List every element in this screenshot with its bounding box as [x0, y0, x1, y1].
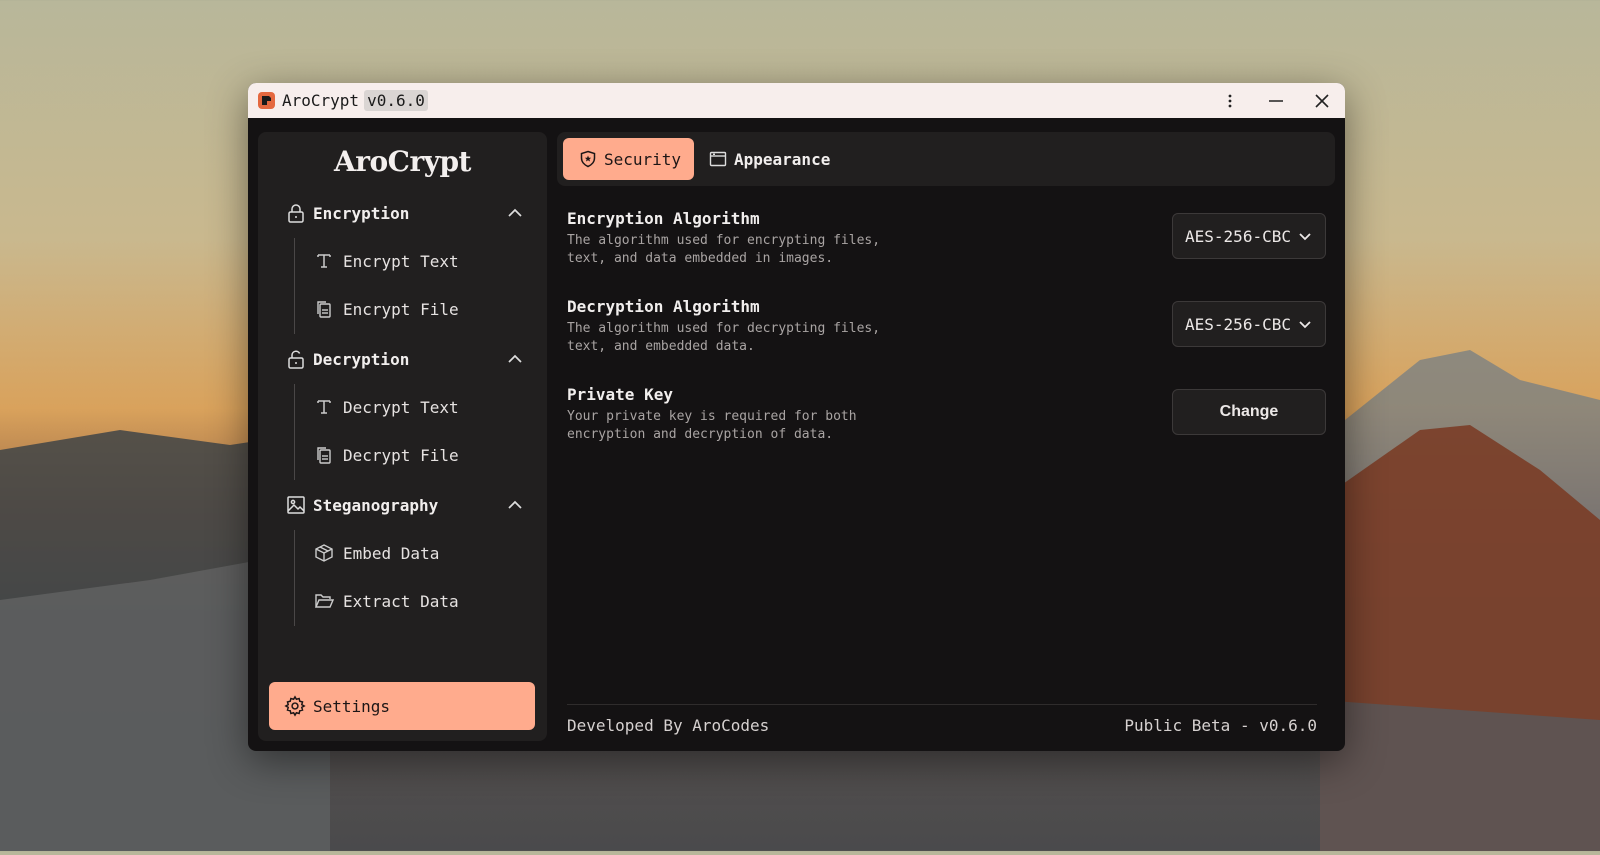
kebab-menu-icon	[1228, 94, 1232, 107]
tree-line	[294, 238, 295, 334]
sidebar-item-decrypt-text[interactable]: Decrypt Text	[313, 392, 459, 422]
button-label: Change	[1219, 403, 1279, 420]
sidebar-item-label: Decrypt Text	[343, 397, 459, 417]
setting-description: The algorithm used for encrypting files,…	[567, 233, 881, 266]
tree-line	[294, 384, 295, 480]
sidebar-item-decrypt-file[interactable]: Decrypt File	[313, 440, 459, 470]
decryption-algorithm-select[interactable]: AES-256-CBC	[1172, 301, 1326, 347]
sidebar-item-label: Embed Data	[343, 543, 440, 563]
chevron-up-icon	[508, 500, 522, 509]
text-icon	[313, 250, 335, 272]
settings-label: Settings	[313, 696, 391, 716]
unlock-icon	[285, 348, 307, 370]
window-icon	[708, 149, 728, 169]
tab-security[interactable]: Security	[563, 138, 694, 180]
sidebar-item-embed-data[interactable]: Embed Data	[313, 538, 439, 568]
box-icon	[313, 542, 335, 564]
sidebar-section-steganography[interactable]: Steganography	[285, 490, 525, 520]
tab-label: Security	[604, 149, 682, 169]
sidebar-section-label: Decryption	[313, 349, 410, 369]
footer-version: Public Beta - v0.6.0	[1124, 716, 1317, 735]
footer-developer: Developed By AroCodes	[567, 716, 770, 735]
more-options-button[interactable]	[1207, 83, 1253, 118]
setting-description: The algorithm used for decrypting files,…	[567, 321, 881, 354]
file-icon	[313, 298, 335, 320]
settings-tabs: Security Appearance	[557, 132, 1335, 186]
title-bar: AroCrypt v0.6.0	[248, 83, 1345, 118]
sidebar-item-encrypt-text[interactable]: Encrypt Text	[313, 246, 459, 276]
minimize-icon	[1269, 99, 1283, 102]
file-icon	[313, 444, 335, 466]
window-title: AroCrypt	[282, 91, 360, 110]
sidebar-section-label: Encryption	[313, 203, 410, 223]
sidebar-item-label: Decrypt File	[343, 445, 459, 465]
sidebar-item-label: Extract Data	[343, 591, 459, 611]
sidebar-section-decryption[interactable]: Decryption	[285, 344, 525, 374]
select-value: AES-256-CBC	[1185, 226, 1291, 246]
brand-title: AroCrypt	[334, 145, 471, 178]
version-badge: v0.6.0	[364, 90, 428, 111]
chevron-down-icon	[1299, 321, 1311, 329]
sidebar-item-encrypt-file[interactable]: Encrypt File	[313, 294, 459, 324]
tree-line	[294, 530, 295, 626]
sidebar-item-extract-data[interactable]: Extract Data	[313, 586, 459, 616]
chevron-up-icon	[508, 354, 522, 363]
close-button[interactable]	[1299, 83, 1345, 118]
tab-label: Appearance	[734, 149, 831, 169]
sidebar-item-label: Encrypt Text	[343, 251, 459, 271]
app-window: AroCrypt v0.6.0 AroCrypt Encryption Encr…	[248, 83, 1345, 751]
settings-button[interactable]: Settings	[269, 682, 535, 730]
chevron-down-icon	[1299, 233, 1311, 241]
gear-icon	[283, 694, 307, 718]
footer-divider	[567, 704, 1317, 705]
select-value: AES-256-CBC	[1185, 314, 1291, 334]
chevron-up-icon	[508, 208, 522, 217]
encryption-algorithm-select[interactable]: AES-256-CBC	[1172, 213, 1326, 259]
shield-icon	[578, 149, 598, 169]
minimize-button[interactable]	[1253, 83, 1299, 118]
close-icon	[1315, 93, 1329, 108]
sidebar-item-label: Encrypt File	[343, 299, 459, 319]
tab-appearance[interactable]: Appearance	[708, 138, 830, 180]
folder-open-icon	[313, 590, 335, 612]
change-private-key-button[interactable]: Change	[1172, 389, 1326, 435]
sidebar-section-encryption[interactable]: Encryption	[285, 198, 525, 228]
lock-icon	[285, 202, 307, 224]
setting-description: Your private key is required for both en…	[567, 409, 857, 442]
app-logo-icon	[258, 92, 275, 109]
text-icon	[313, 396, 335, 418]
sidebar-section-label: Steganography	[313, 495, 439, 515]
image-icon	[285, 494, 307, 516]
sidebar: AroCrypt Encryption Encrypt Text Encrypt…	[258, 132, 547, 741]
